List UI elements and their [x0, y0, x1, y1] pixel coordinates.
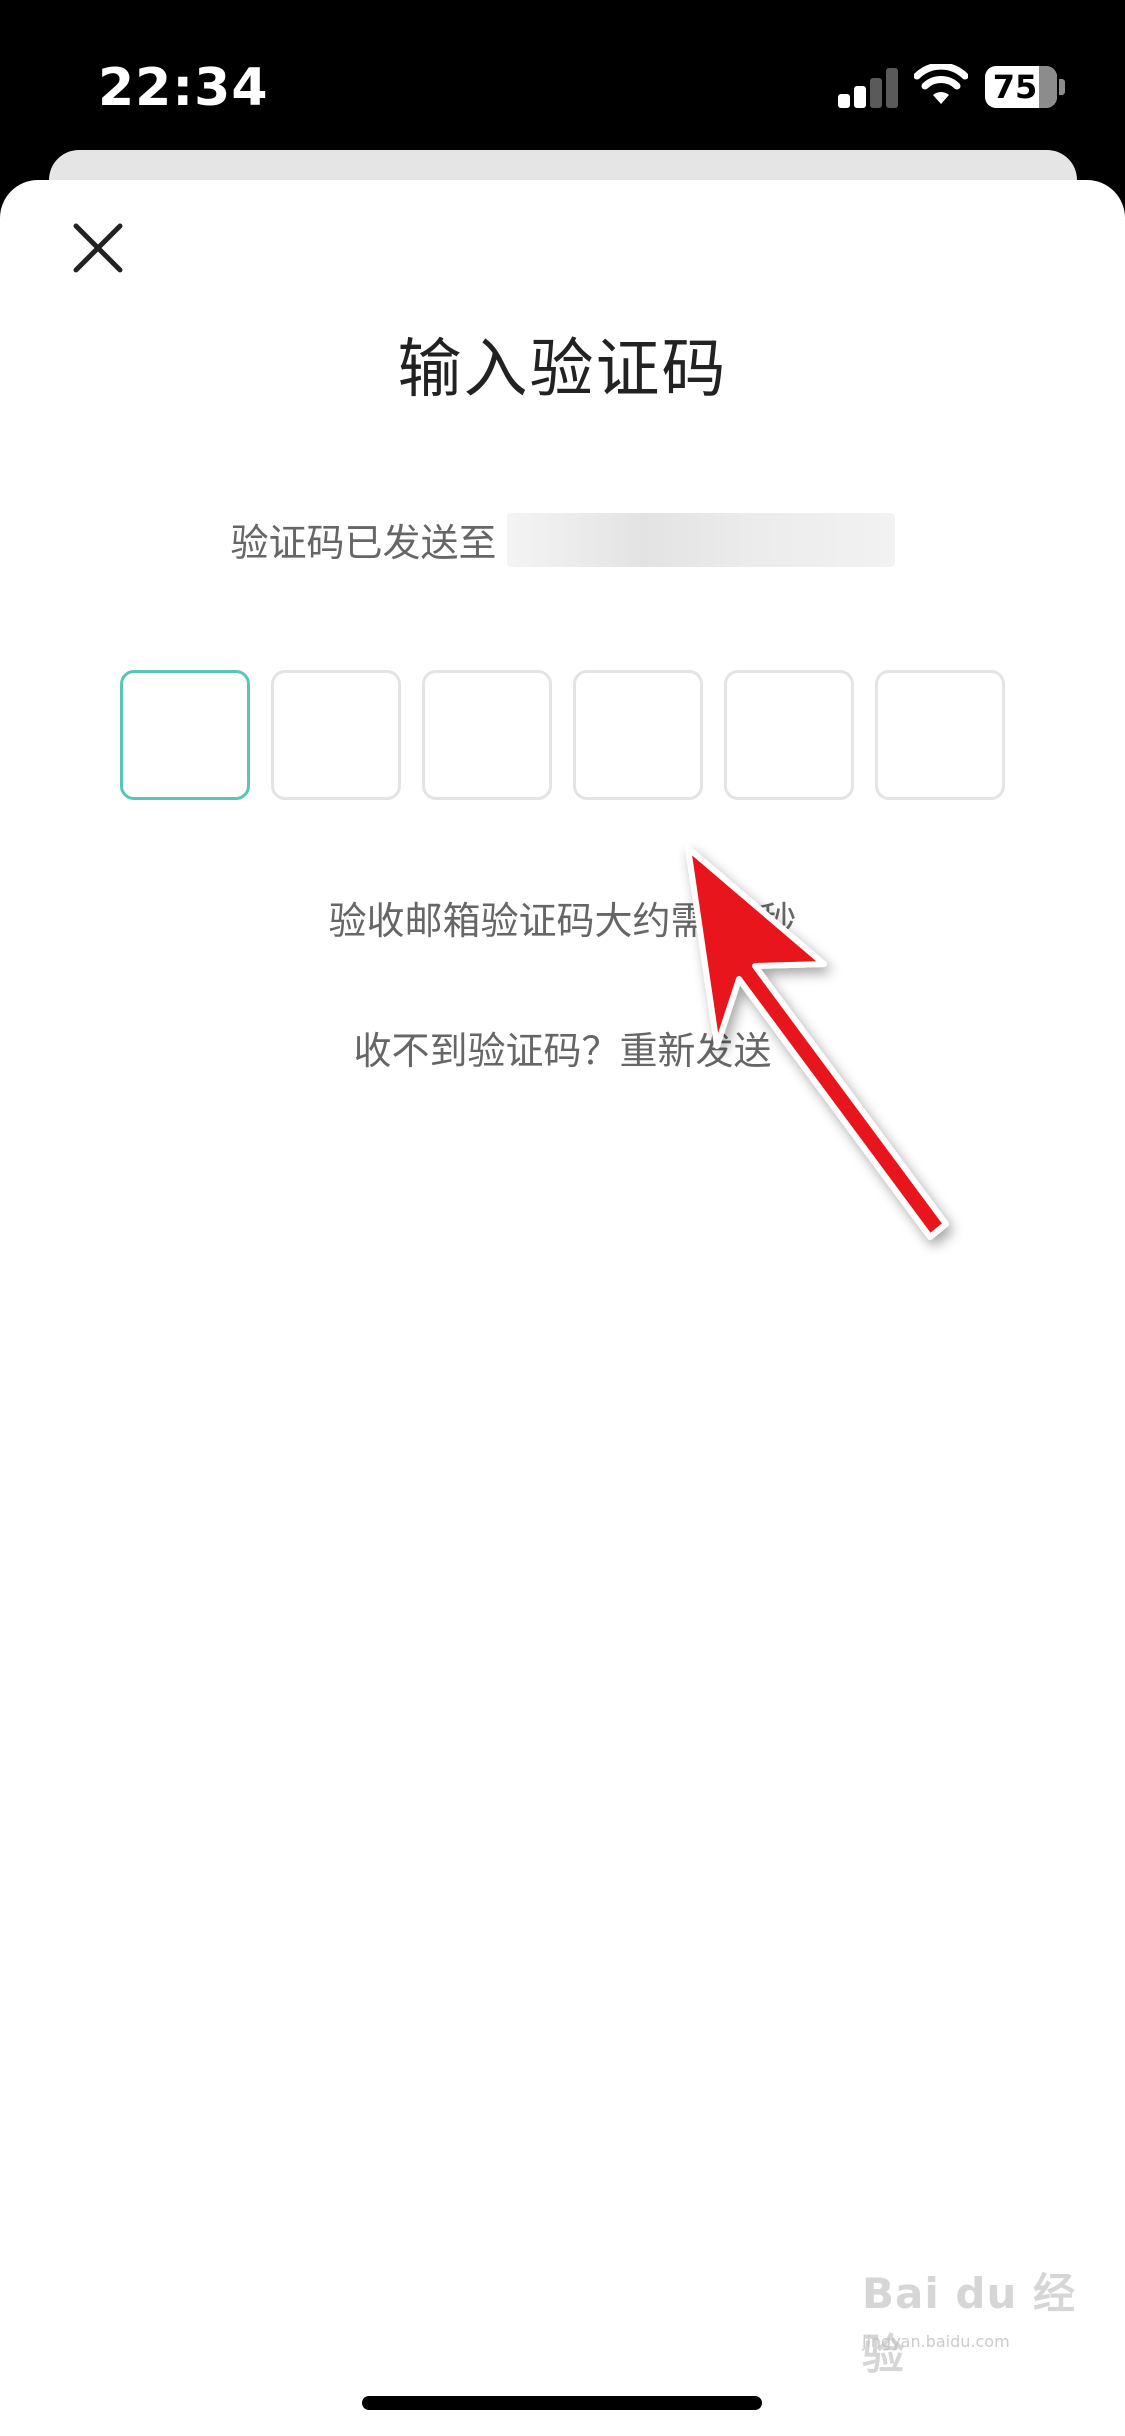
watermark-brand: Bai du 经验: [862, 2269, 1076, 2379]
baidu-watermark-logo: Bai du 经验 jingyan.baidu.com: [862, 2260, 1102, 2379]
status-bar: 22:34 75: [0, 0, 1125, 160]
page-title: 输入验证码: [397, 333, 728, 407]
wifi-icon: [914, 64, 968, 104]
close-icon: [73, 223, 123, 273]
sent-to-row: 验证码已发送至: [0, 512, 1125, 572]
code-digit-1[interactable]: [120, 670, 250, 800]
code-digit-3[interactable]: [422, 670, 552, 800]
code-digit-6[interactable]: [875, 670, 1005, 800]
watermark-url: jingyan.baidu.com: [862, 2332, 1010, 2351]
resend-code-link[interactable]: 收不到验证码？重新发送: [0, 1020, 1125, 1075]
code-input-group: [120, 670, 1005, 806]
code-digit-5[interactable]: [724, 670, 854, 800]
home-indicator[interactable]: [362, 2396, 762, 2410]
code-digit-4[interactable]: [573, 670, 703, 800]
code-digit-2[interactable]: [271, 670, 401, 800]
delivery-hint: 验收邮箱验证码大约需要 秒: [328, 899, 797, 943]
status-time: 22:34: [98, 58, 269, 118]
email-address-redacted: [506, 512, 895, 567]
battery-level: 75: [992, 68, 1038, 106]
battery-icon: 75: [985, 66, 1065, 108]
close-button[interactable]: [62, 212, 134, 284]
sent-to-label: 验证码已发送至: [230, 521, 497, 565]
cellular-signal-icon: [838, 68, 900, 108]
